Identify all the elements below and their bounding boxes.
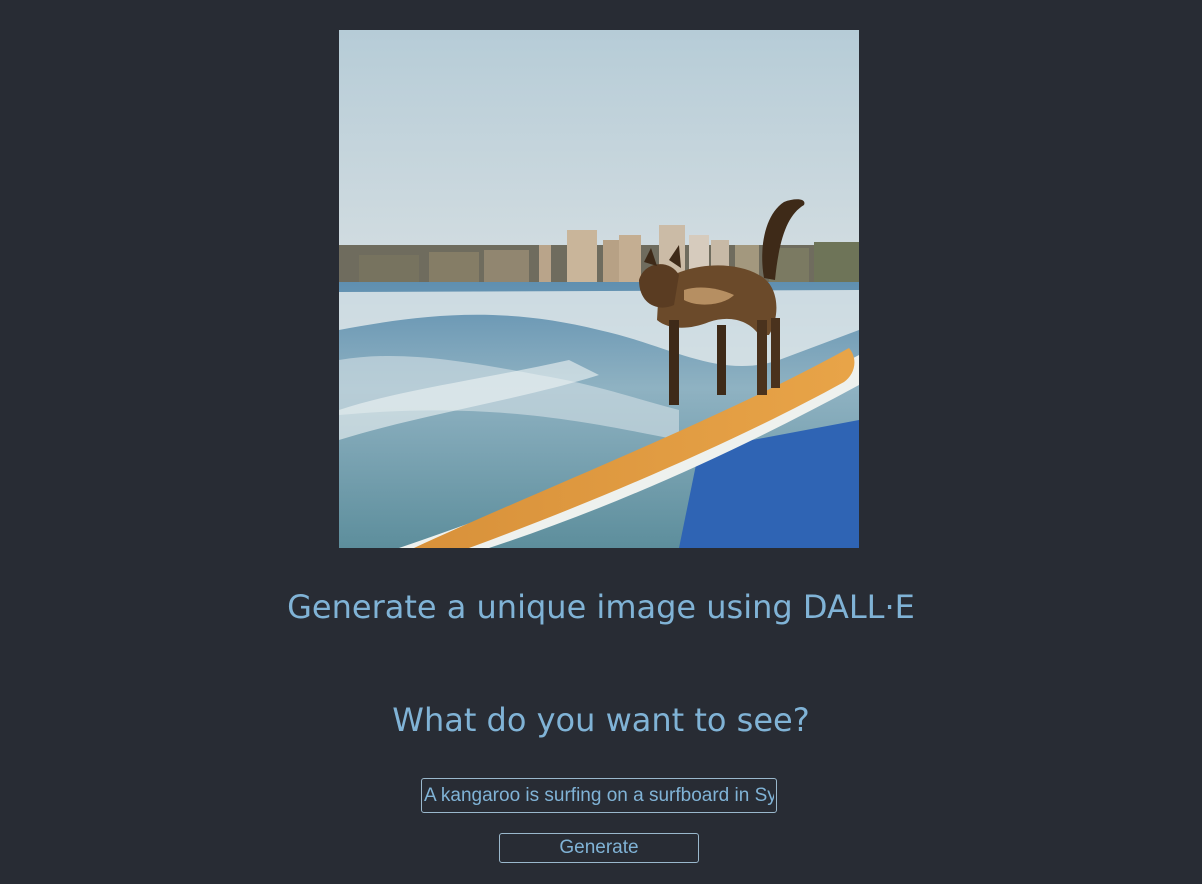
- prompt-heading: What do you want to see?: [392, 701, 810, 739]
- prompt-input[interactable]: [421, 778, 777, 813]
- generated-image: [339, 30, 859, 548]
- page-title: Generate a unique image using DALL·E: [287, 588, 915, 626]
- generate-button[interactable]: Generate: [499, 833, 699, 863]
